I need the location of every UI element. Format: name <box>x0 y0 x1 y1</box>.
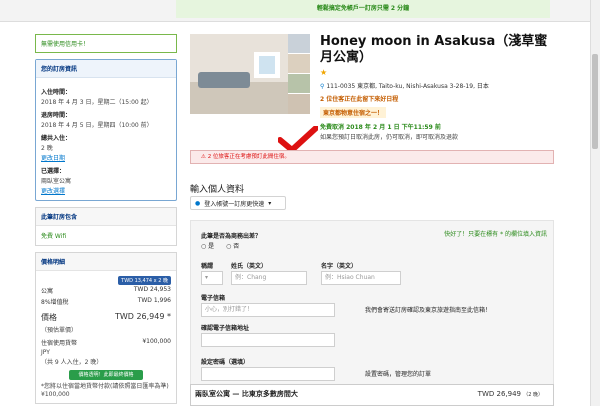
email-confirm-input[interactable] <box>201 333 335 347</box>
price-total-sub: （預估單價） <box>41 327 78 334</box>
radio-no-label: 否 <box>233 243 240 250</box>
stay-value: 2 晚 <box>41 145 53 152</box>
thumb-3[interactable] <box>288 74 310 94</box>
price-row2-label: 8%增值稅 <box>41 299 69 306</box>
hotel-address: ⚲ 111-0035 東京都, Taito-ku, Nishi-Asakusa … <box>320 81 556 90</box>
selected-value: 兩臥室公寓 <box>41 178 72 185</box>
stay-label: 總共入住： <box>41 135 72 142</box>
local-value: ¥100,000 <box>142 338 171 345</box>
salutation-select[interactable]: ▾ <box>201 271 223 285</box>
selected-label: 已選擇： <box>41 168 66 175</box>
checkin-value: 2018 年 4 月 3 日，星期二（15:00 起） <box>41 99 153 106</box>
price-footnote: *您將以住宿當地貨幣付款(請依照當日匯率為準) <box>41 383 169 390</box>
price-row1-value: TWD 24,953 <box>133 286 171 293</box>
alert-bar: ⚠ 2 位旅客正在考慮預訂此間住宿。 <box>190 150 554 164</box>
firstname-label: 名字（英文） <box>321 263 358 270</box>
email-input[interactable]: 小心，別打錯了！ <box>201 303 335 317</box>
scrollbar[interactable] <box>590 0 600 406</box>
checkout-value: 2018 年 4 月 5 日，星期四（10:00 前） <box>41 122 153 129</box>
hotel-title: Honey moon in Asakusa（淺草蜜月公寓） <box>320 34 548 65</box>
alert-text: 2 位旅客正在考慮預訂此間住宿。 <box>207 154 290 160</box>
room-summary-price: TWD 26,949 （2 晚） <box>478 390 543 398</box>
firstname-input[interactable]: 例：Hsiao Chuan <box>321 271 401 285</box>
checkmark-icon <box>277 125 319 154</box>
form-heading: 輸入個人資料 <box>190 185 245 195</box>
form-tip: 快好了！只要在標有 * 的欄位填入資訊 <box>444 231 547 238</box>
user-icon: ● <box>195 199 201 207</box>
thumb-2[interactable] <box>288 54 310 74</box>
free-cancel-text: 免費取消 2018 年 2 月 1 日 下午11:59 前 <box>320 124 441 131</box>
promo-text: 2 位住客正在此留下來好日程 <box>320 96 399 103</box>
thumb-1[interactable] <box>288 34 310 54</box>
signin-button[interactable]: ● 登入帳號一訂房更快速 ▾ <box>190 196 286 210</box>
booking-info-card: 您的訂房資訊 入住時間： 2018 年 4 月 3 日，星期二（15:00 起）… <box>35 59 177 201</box>
guest-form: 快好了！只要在標有 * 的欄位填入資訊 此筆是否為商務出差？ ○ 是 ○ 否 稱… <box>190 220 554 396</box>
lastname-input[interactable]: 例：Chang <box>231 271 307 285</box>
email-label: 電子信箱 <box>201 295 226 302</box>
password-input[interactable] <box>201 367 335 381</box>
password-note: 設置密碼，管理您的訂單 <box>365 371 432 378</box>
password-label: 設定密碼（選填） <box>201 359 250 366</box>
checkout-label: 退房時間： <box>41 112 72 119</box>
change-room-link[interactable]: 更改選擇 <box>41 186 171 195</box>
price-row1-label: 公寓 <box>41 288 54 295</box>
star-icon: ★ <box>320 68 328 77</box>
chevron-down-icon: ▾ <box>268 199 272 207</box>
hotel-address-text: 111-0035 東京都, Taito-ku, Nishi-Asakusa 3-… <box>326 83 489 90</box>
business-question: 此筆是否為商務出差？ <box>201 233 262 240</box>
price-total-value: TWD 26,949 * <box>114 312 171 321</box>
left-column: 無需使用信用卡！ 您的訂房資訊 入住時間： 2018 年 4 月 3 日，星期二… <box>35 34 177 404</box>
hotel-info: Honey moon in Asakusa（淺草蜜月公寓） ★ ⚲ 111-00… <box>320 34 556 141</box>
recommend-badge: 東京都物意住宿之一！ <box>320 107 387 118</box>
location-pin-icon: ⚲ <box>320 83 325 90</box>
no-card-notice: 無需使用信用卡！ <box>35 34 177 53</box>
thumb-list <box>288 34 310 114</box>
includes-title: 此筆訂房包含 <box>36 208 176 226</box>
business-options: ○ 是 ○ 否 <box>201 241 239 250</box>
transparent-price-button[interactable]: 價格透明！此即最終價格 <box>69 370 143 380</box>
count-text: （共 9 人入住，2 晚） <box>41 359 103 366</box>
price-title: 價格明細 <box>36 253 176 271</box>
email-confirm-label: 確認電子信箱地址 <box>201 325 250 332</box>
thumb-4[interactable] <box>288 94 310 114</box>
change-dates-link[interactable]: 更改日期 <box>41 153 171 162</box>
free-cancel-detail: 如果您預訂日取消此房，仍可取消，即可取消及退款 <box>320 134 459 141</box>
includes-item: 免費 Wifi <box>41 233 67 240</box>
top-banner: 輕鬆搞定免帳戶一訂房只需 2 分鐘 <box>176 0 550 18</box>
email-note: 我們會寄送訂房確認及東京旅遊指南至此信箱！ <box>365 307 492 314</box>
local-label: 住宿使用貨幣 <box>41 340 78 347</box>
price-badge: TWD 13,474 x 2 晚 <box>118 276 171 285</box>
includes-card: 此筆訂房包含 免費 Wifi <box>35 207 177 246</box>
salutation-label: 稱謂 <box>201 263 214 270</box>
price-card: 價格明細 TWD 13,474 x 2 晚 公寓 TWD 24,953 8%增值稅… <box>35 252 177 404</box>
top-bar: 輕鬆搞定免帳戶一訂房只需 2 分鐘 <box>0 0 600 22</box>
room-summary: 兩臥室公寓 — 比東京多數房間大 TWD 26,949 （2 晚） <box>190 384 554 406</box>
price-row2-value: TWD 1,996 <box>137 297 171 304</box>
room-summary-nights: （2 晚） <box>523 392 543 398</box>
lastname-label: 姓氏（英文） <box>231 263 268 270</box>
signin-label: 登入帳號一訂房更快速 <box>204 200 265 208</box>
main-photo <box>190 34 288 114</box>
scrollbar-thumb[interactable] <box>592 54 598 149</box>
booking-info-title: 您的訂房資訊 <box>36 60 176 78</box>
hotel-gallery[interactable] <box>190 34 310 114</box>
radio-yes-label: 是 <box>208 243 215 250</box>
price-total-label: 價格 <box>41 313 57 322</box>
local-sub: JPY <box>41 349 50 356</box>
alert-icon: ⚠ <box>201 154 206 160</box>
checkin-label: 入住時間： <box>41 89 72 96</box>
price-footnote-2: ¥100,000 <box>41 391 70 398</box>
room-summary-price-value: TWD 26,949 <box>477 390 521 398</box>
